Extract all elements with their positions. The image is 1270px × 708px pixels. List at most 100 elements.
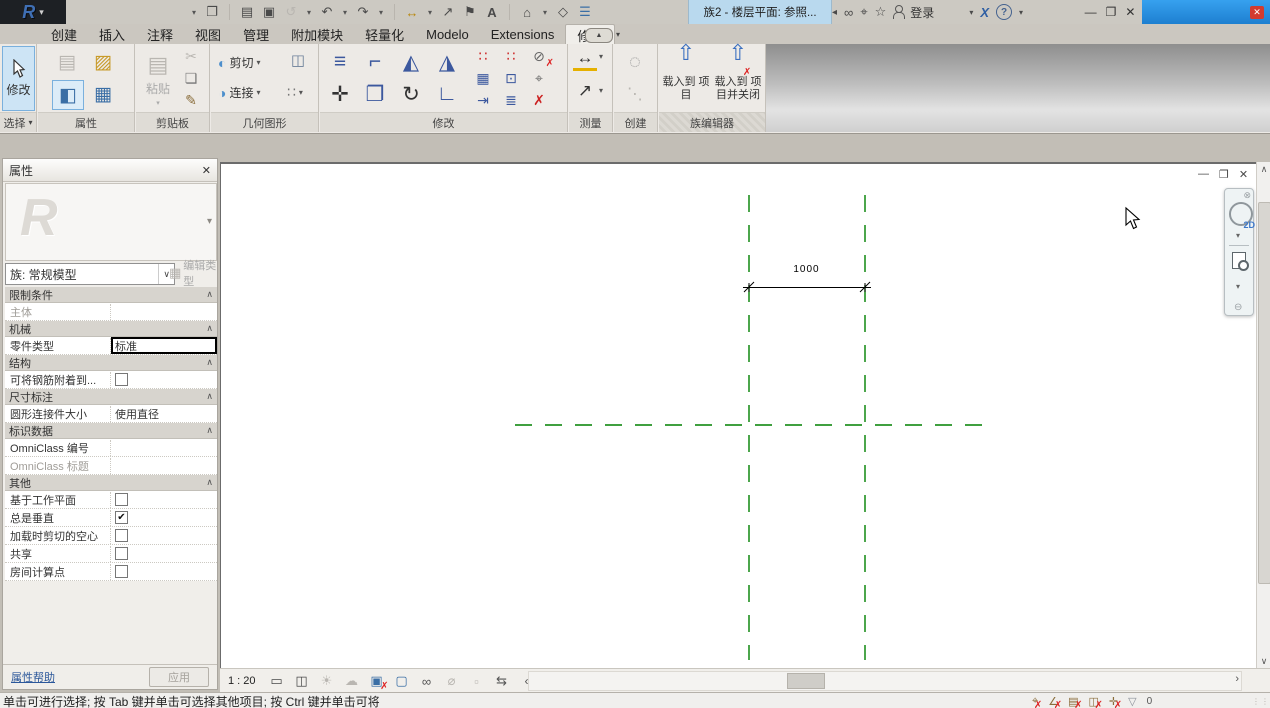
tab-附加模块[interactable]: 附加模块 bbox=[280, 24, 354, 44]
panel-label-create[interactable]: 创建 bbox=[614, 112, 657, 132]
tab-创建[interactable]: 创建 bbox=[40, 24, 88, 44]
checkbox[interactable]: ✔ bbox=[115, 511, 128, 524]
show-hidden-geometry-icon[interactable]: ◫ bbox=[287, 50, 309, 70]
join-geometry-button[interactable]: ◑ 连接 ▾ bbox=[218, 84, 261, 101]
measure-icon[interactable]: ↔ bbox=[404, 2, 420, 22]
checkbox[interactable] bbox=[115, 493, 128, 506]
cut-geometry-button[interactable]: ◐ 剪切 ▾ bbox=[218, 54, 261, 71]
copy-element-icon[interactable]: ❐ bbox=[360, 80, 390, 108]
cut-icon[interactable]: ✂ bbox=[180, 46, 202, 66]
minimize-ribbon-button[interactable]: ▲ bbox=[585, 28, 613, 43]
panel-label-measure[interactable]: 测量 bbox=[569, 112, 612, 132]
tab-插入[interactable]: 插入 bbox=[88, 24, 136, 44]
thin-lines-icon[interactable]: ☰ bbox=[577, 2, 593, 22]
steering-wheel-2d-icon[interactable] bbox=[1229, 202, 1253, 226]
dimension-dropdown-icon[interactable]: ▾ bbox=[599, 86, 603, 95]
property-checkbox-cell[interactable] bbox=[111, 563, 217, 580]
panel-label-family-editor[interactable]: 族编辑器 bbox=[659, 112, 765, 132]
text-icon[interactable]: A bbox=[484, 2, 500, 22]
checkbox[interactable] bbox=[115, 529, 128, 542]
palette-header[interactable]: 属性 ✕ bbox=[3, 159, 217, 182]
select-pinned-toggle[interactable]: ▤ bbox=[1068, 695, 1078, 708]
qat-customize-dropdown[interactable]: ▾ bbox=[190, 2, 198, 22]
panel-label-properties[interactable]: 属性 bbox=[38, 112, 134, 132]
tab-Modelo[interactable]: Modelo bbox=[415, 24, 480, 44]
connector-button[interactable]: ∷ ▾ bbox=[287, 84, 303, 101]
type-selector[interactable]: 族: 常规模型 ∨ bbox=[5, 263, 175, 285]
collapse-icon[interactable]: ∧ bbox=[206, 323, 213, 334]
drag-on-selection-toggle[interactable]: ✛ bbox=[1109, 695, 1118, 708]
zoom-dropdown-icon[interactable]: ▾ bbox=[1236, 282, 1240, 291]
rotate-icon[interactable]: ↻ bbox=[396, 80, 426, 108]
property-value[interactable] bbox=[111, 439, 217, 456]
scroll-up-arrow[interactable]: ∧ bbox=[1257, 162, 1270, 176]
dimension-line[interactable] bbox=[743, 282, 871, 292]
property-checkbox-cell[interactable] bbox=[111, 527, 217, 544]
measure-dropdown-icon[interactable]: ▾ bbox=[599, 52, 603, 61]
detail-level-icon[interactable]: ▭ bbox=[269, 673, 285, 689]
visual-style-icon[interactable]: ◫ bbox=[294, 673, 310, 689]
move-icon[interactable]: ✛ bbox=[325, 80, 355, 108]
search-icon[interactable]: ∞ bbox=[844, 5, 853, 20]
select-links-toggle[interactable]: ⌖ bbox=[1032, 695, 1038, 708]
undo-icon[interactable]: ↶ bbox=[319, 2, 335, 22]
property-value[interactable]: 使用直径 bbox=[111, 405, 217, 422]
property-checkbox-cell[interactable]: ✔ bbox=[111, 509, 217, 526]
collapse-icon[interactable]: ∧ bbox=[206, 289, 213, 300]
split-with-gap-icon[interactable]: ∷ bbox=[500, 46, 522, 66]
cope-icon[interactable]: ⌐ bbox=[360, 48, 390, 76]
align-icon[interactable]: ≡ bbox=[325, 48, 355, 76]
view-close-button[interactable]: ✕ bbox=[1239, 168, 1248, 181]
restore-button[interactable]: ❐ bbox=[1106, 5, 1117, 19]
properties-toggle-icon[interactable]: ◧ bbox=[52, 80, 84, 110]
back-icon[interactable]: ◂ bbox=[832, 7, 837, 18]
section-icon[interactable]: ◇ bbox=[555, 2, 571, 22]
close-button[interactable]: ✕ bbox=[1125, 5, 1135, 19]
properties-help-link[interactable]: 属性帮助 bbox=[11, 669, 55, 685]
family-types-grid-icon[interactable]: ▦ bbox=[88, 80, 118, 108]
sign-in-dropdown[interactable]: ▾ bbox=[969, 8, 973, 17]
section-header[interactable]: 尺寸标注∧ bbox=[5, 389, 217, 405]
create-similar-icon[interactable]: ⋱ bbox=[622, 82, 648, 106]
palette-close-icon[interactable]: ✕ bbox=[202, 164, 211, 177]
vertical-scrollbar[interactable]: ∧ ∨ bbox=[1256, 162, 1270, 668]
sync-icon[interactable]: ↺ bbox=[283, 2, 299, 22]
redo-dropdown[interactable]: ▾ bbox=[377, 2, 385, 22]
property-checkbox-cell[interactable] bbox=[111, 545, 217, 562]
switch-windows-icon[interactable]: ❐ bbox=[204, 2, 220, 22]
match-type-icon[interactable]: ✎ bbox=[180, 90, 202, 110]
select-underlay-toggle[interactable]: ∠ bbox=[1048, 695, 1058, 708]
favorites-icon[interactable]: ☆ bbox=[875, 4, 887, 20]
section-header[interactable]: 限制条件∧ bbox=[5, 287, 217, 303]
tab-注释[interactable]: 注释 bbox=[136, 24, 184, 44]
vertical-scrollbar-thumb[interactable] bbox=[1258, 202, 1270, 584]
sync-dropdown[interactable]: ▾ bbox=[305, 2, 313, 22]
measure-between-refs-icon[interactable]: ↔ bbox=[573, 48, 597, 71]
panel-label-select[interactable]: 选择▾ bbox=[0, 112, 36, 132]
reveal-hidden-elements-icon[interactable]: ⌀ bbox=[444, 673, 460, 689]
mirror-draw-axis-icon[interactable]: ◮ bbox=[432, 48, 462, 76]
collapse-icon[interactable]: ∧ bbox=[206, 391, 213, 402]
copy-icon[interactable]: ❏ bbox=[180, 68, 202, 88]
tab-Extensions[interactable]: Extensions bbox=[480, 24, 566, 44]
property-value[interactable] bbox=[111, 457, 217, 474]
section-header[interactable]: 机械∧ bbox=[5, 321, 217, 337]
save-icon[interactable]: ▣ bbox=[261, 2, 277, 22]
drawing-area[interactable] bbox=[220, 162, 1256, 668]
property-value[interactable]: 标准 bbox=[111, 337, 217, 354]
load-into-project-and-close-button[interactable]: ⇧ 载入到 项目并关闭 bbox=[713, 46, 763, 110]
sign-in-icon[interactable] bbox=[893, 5, 903, 19]
tab-视图[interactable]: 视图 bbox=[184, 24, 232, 44]
collapse-icon[interactable]: ∧ bbox=[206, 357, 213, 368]
mirror-pick-axis-icon[interactable]: ◭ bbox=[396, 48, 426, 76]
navbar-close-icon[interactable]: ⊗ bbox=[1243, 190, 1251, 201]
property-checkbox-cell[interactable] bbox=[111, 491, 217, 508]
help-dropdown[interactable]: ▾ bbox=[1019, 8, 1023, 17]
wheel-dropdown-icon[interactable]: ▾ bbox=[1236, 231, 1240, 240]
help-icon[interactable]: ? bbox=[996, 4, 1012, 20]
paste-button[interactable]: ▤ 粘贴 ▾ bbox=[140, 46, 176, 112]
zoom-tool-icon[interactable] bbox=[1232, 252, 1246, 269]
redo-icon[interactable]: ↷ bbox=[355, 2, 371, 22]
filter-icon[interactable]: ▽ bbox=[1128, 695, 1136, 708]
dimension-value[interactable]: 1000 bbox=[748, 264, 865, 275]
